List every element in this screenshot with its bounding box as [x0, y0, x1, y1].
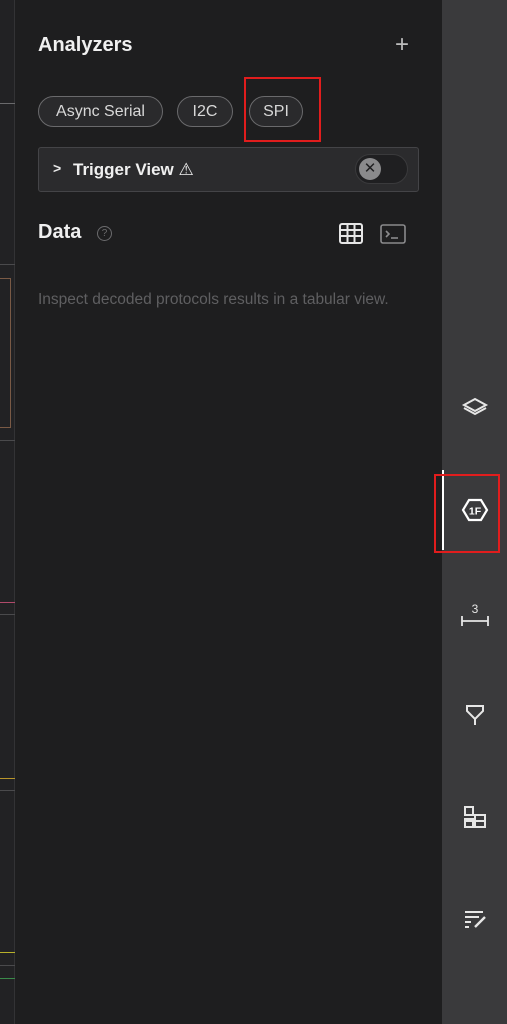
help-icon[interactable]: ? [97, 226, 112, 241]
notes-icon [464, 911, 486, 928]
chip-async-serial[interactable]: Async Serial [38, 96, 163, 127]
measurement-icon: 3 [460, 602, 489, 626]
sidebar-layers-button[interactable] [442, 382, 507, 432]
wave-line [0, 103, 15, 104]
app-root: Analyzers + Async Serial I2C SPI > Trigg… [0, 0, 507, 1024]
svg-text:3: 3 [471, 602, 478, 616]
wave-line [0, 602, 15, 603]
chevron-right-icon: > [53, 160, 62, 176]
wave-line [0, 965, 15, 966]
close-icon: ✕ [359, 158, 381, 180]
wave-line [0, 264, 15, 265]
data-description: Inspect decoded protocols results in a t… [38, 291, 389, 308]
chip-i2c[interactable]: I2C [177, 96, 233, 127]
analyzers-title: Analyzers [38, 34, 133, 56]
wave-line [0, 778, 15, 779]
trigger-icon [465, 705, 484, 725]
sidebar-trigger-button[interactable] [442, 690, 507, 740]
extensions-icon [463, 806, 486, 828]
layers-icon [461, 397, 488, 416]
sidebar-extensions-button[interactable] [442, 792, 507, 842]
svg-text:1F: 1F [468, 506, 481, 518]
chip-spi[interactable]: SPI [249, 96, 303, 127]
table-view-icon[interactable] [338, 222, 364, 246]
data-section-title: Data [38, 221, 82, 243]
trigger-view-label: Trigger View ⚠ [73, 160, 194, 179]
add-analyzer-button[interactable]: + [390, 32, 414, 58]
sidebar-notes-button[interactable] [442, 893, 507, 943]
analyzers-panel: Analyzers + Async Serial I2C SPI > Trigg… [16, 0, 442, 1024]
wave-line [0, 790, 15, 791]
sidebar-measurement-button[interactable]: 3 [442, 590, 507, 640]
terminal-icon[interactable] [379, 222, 407, 246]
waveform-strip [0, 0, 15, 1024]
wave-line [0, 952, 15, 953]
sidebar-protocol-button[interactable]: 1F [442, 485, 507, 535]
trigger-view-toggle[interactable]: ✕ [355, 154, 408, 184]
wave-line [0, 614, 15, 615]
right-sidebar: 1F 3 [434, 0, 507, 1024]
wave-line [0, 440, 15, 441]
trigger-view-row[interactable]: > Trigger View ⚠ ✕ [38, 147, 419, 192]
wave-line [0, 978, 15, 979]
protocol-1f-icon: 1F [461, 498, 488, 522]
wave-channel-box [0, 278, 11, 428]
